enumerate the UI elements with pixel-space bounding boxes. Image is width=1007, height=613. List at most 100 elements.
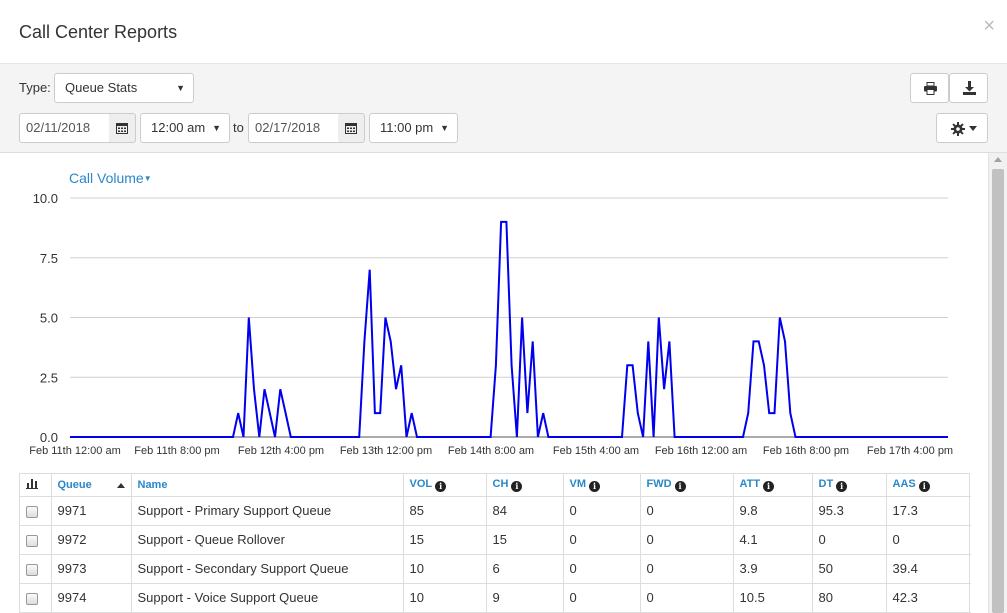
table-cell: 0 <box>563 525 641 555</box>
dialog-header: Call Center Reports × <box>0 0 1007 64</box>
table-cell: 0 <box>640 525 734 555</box>
column-header[interactable]: FWD i <box>640 474 734 497</box>
end-time-value: 11:00 pm <box>380 120 434 135</box>
scroll-up-arrow-icon[interactable] <box>994 157 1002 162</box>
calendar-icon <box>345 123 357 134</box>
column-header-label: VM <box>569 477 587 490</box>
table-cell: 6 <box>486 554 564 584</box>
to-label: to <box>233 120 244 135</box>
table-cell: 9973 <box>51 554 132 584</box>
column-header[interactable]: Name <box>131 474 404 497</box>
bar-chart-icon[interactable] <box>26 477 38 490</box>
table-cell: 0 <box>563 583 641 613</box>
info-icon[interactable]: i <box>435 480 447 492</box>
table-cell: 10 <box>403 583 487 613</box>
vertical-scrollbar[interactable] <box>988 153 1007 613</box>
row-select-cell <box>20 525 52 555</box>
table-cell: 0 <box>886 525 971 555</box>
sort-ascending-icon <box>116 483 125 488</box>
scrollbar-thumb[interactable] <box>992 169 1004 613</box>
end-date-calendar-button[interactable] <box>338 113 365 143</box>
table-cell: Support - Primary Support Queue <box>131 496 404 526</box>
column-header-label: FWD <box>646 477 672 490</box>
y-tick-label: 10.0 <box>33 191 58 206</box>
column-header-label: DT <box>818 477 834 490</box>
table-row[interactable]: 9974 Support - Voice Support Queue 10 9 0 0 10… <box>20 583 971 613</box>
end-date-input[interactable]: 02/17/2018 <box>248 113 339 143</box>
start-time-select[interactable]: 12:00 am ▼ <box>140 113 230 143</box>
x-tick-label: Feb 16th 8:00 pm <box>763 445 849 457</box>
table-row[interactable]: 9972 Support - Queue Rollover 15 15 0 0 4.1 0 0 <box>20 525 971 555</box>
start-time-value: 12:00 am <box>151 120 206 135</box>
table-cell: 0 <box>640 583 734 613</box>
info-icon[interactable]: i <box>836 480 848 492</box>
column-header-label: Queue <box>57 478 92 491</box>
table-cell: 95.3 <box>812 496 887 526</box>
download-button[interactable] <box>949 73 988 103</box>
table-row[interactable]: 9971 Support - Primary Support Queue 85 84 0… <box>20 496 971 526</box>
row-checkbox[interactable] <box>26 592 38 605</box>
column-chooser-header[interactable] <box>20 474 52 497</box>
type-select-value: Queue Stats <box>65 80 138 95</box>
y-tick-label: 0.0 <box>40 430 58 445</box>
info-icon[interactable]: i <box>589 480 600 492</box>
table-cell: 0 <box>640 554 734 584</box>
start-date-input[interactable]: 02/11/2018 <box>19 113 110 143</box>
row-checkbox[interactable] <box>26 563 38 576</box>
row-select-cell <box>20 554 52 584</box>
info-icon[interactable]: i <box>511 480 523 492</box>
close-icon[interactable]: × <box>983 16 995 36</box>
table-cell: 9 <box>486 583 564 613</box>
start-date-calendar-button[interactable] <box>109 113 136 143</box>
table-cell: 3.9 <box>733 554 813 584</box>
chevron-down-icon: ▼ <box>440 123 449 133</box>
column-header[interactable]: DT i <box>812 474 887 497</box>
info-icon[interactable]: i <box>763 480 775 492</box>
row-checkbox[interactable] <box>26 534 38 547</box>
table-cell: 9972 <box>51 525 132 555</box>
dialog-title: Call Center Reports <box>19 22 178 42</box>
column-header-label: AAS <box>892 477 916 490</box>
column-header[interactable]: CH i <box>486 474 564 497</box>
type-label: Type: <box>19 80 51 95</box>
series-line <box>70 220 948 438</box>
info-icon[interactable]: i <box>674 480 686 492</box>
table-cell: Support - Queue Rollover <box>131 525 404 555</box>
table-cell: 9.8 <box>733 496 813 526</box>
chevron-down-icon: ▼ <box>212 123 221 133</box>
table-cell: 0 <box>640 496 734 526</box>
column-header[interactable]: AAS i <box>886 474 971 497</box>
settings-button[interactable] <box>936 113 988 143</box>
x-tick-label: Feb 13th 12:00 pm <box>340 445 432 457</box>
call-volume-chart: 0.0 2.5 5.0 7.5 10.0 Feb 11th 12:00 am Feb 11t… <box>29 191 953 457</box>
row-checkbox[interactable] <box>26 505 38 518</box>
calendar-icon <box>116 123 128 134</box>
x-tick-label: Feb 12th 4:00 pm <box>238 445 324 457</box>
type-select[interactable]: Queue Stats ▼ <box>54 73 194 103</box>
info-icon[interactable]: i <box>918 480 930 492</box>
table-cell: 17.3 <box>886 496 971 526</box>
table-cell: 84 <box>486 496 564 526</box>
print-button[interactable] <box>910 73 949 103</box>
y-tick-label: 5.0 <box>40 311 58 326</box>
column-header[interactable]: ATT i <box>733 474 813 497</box>
table-cell: 15 <box>403 525 487 555</box>
x-tick-label: Feb 14th 8:00 am <box>448 445 534 457</box>
x-tick-label: Feb 11th 12:00 am <box>29 445 121 457</box>
table-row[interactable]: 9973 Support - Secondary Support Queue 10 6… <box>20 554 971 584</box>
column-header[interactable]: Queue <box>51 474 132 497</box>
end-time-select[interactable]: 11:00 pm ▼ <box>369 113 458 143</box>
table-cell: 0 <box>812 525 887 555</box>
column-header-label: Name <box>137 478 168 491</box>
table-cell: 9971 <box>51 496 132 526</box>
x-tick-label: Feb 16th 12:00 am <box>655 445 747 457</box>
y-tick-label: 2.5 <box>40 370 58 385</box>
chevron-down-icon <box>969 126 977 131</box>
column-header[interactable]: VM i <box>563 474 641 497</box>
y-tick-label: 7.5 <box>40 251 58 266</box>
table-cell: 42.3 <box>886 583 971 613</box>
table-cell: 9974 <box>51 583 132 613</box>
column-header[interactable]: VOL i <box>403 474 487 497</box>
x-tick-label: Feb 15th 4:00 am <box>553 445 639 457</box>
table-header-row: Queue Name VOL i CH i VM i FWD i ATT i DT i AAS i <box>20 474 971 497</box>
